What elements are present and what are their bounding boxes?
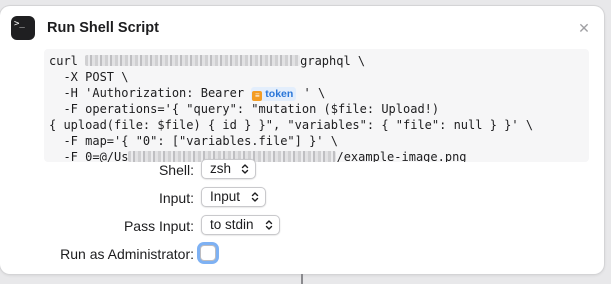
chevron-updown-icon [265,220,273,230]
token-variable[interactable]: ≡ token [251,87,297,101]
run-as-admin-checkbox[interactable] [200,245,216,261]
script-editor[interactable]: curl graphql \ -X POST \ -H 'Authorizati… [44,49,589,162]
shell-value: zsh [210,161,232,176]
pass-input-label: Pass Input: [123,218,194,234]
input-value: Input [210,189,241,204]
pass-input-value: to stdin [210,217,254,232]
script-line: -X POST \ [49,70,129,84]
script-line: { upload(file: $file) { id } }", "variab… [49,118,534,132]
action-connector [301,274,303,284]
script-line: -F 0=@/Us/example-image.png [49,150,467,162]
input-popup[interactable]: Input [201,187,266,207]
pass-input-popup[interactable]: to stdin [201,215,280,235]
redacted-url [85,55,301,66]
terminal-icon: >_ [11,16,35,40]
close-icon[interactable]: ✕ [577,21,591,35]
script-line: -F map='{ "0": ["variables.file"] }' \ [49,134,338,148]
input-label: Input: [158,190,194,206]
shell-label: Shell: [158,162,194,178]
run-as-admin-label: Run as Administrator: [60,246,194,262]
shell-script-action-card: >_ Run Shell Script ✕ curl graphql \ -X … [0,6,604,274]
script-line: -H 'Authorization: Bearer ≡ token ' \ [49,86,326,101]
chevron-updown-icon [251,192,259,202]
chevron-updown-icon [241,164,249,174]
variable-icon: ≡ [252,91,263,101]
script-line: -F operations='{ "query": "mutation ($fi… [49,102,440,116]
shell-popup[interactable]: zsh [201,159,256,179]
script-line: curl graphql \ [49,54,366,68]
action-title: Run Shell Script [47,20,159,36]
